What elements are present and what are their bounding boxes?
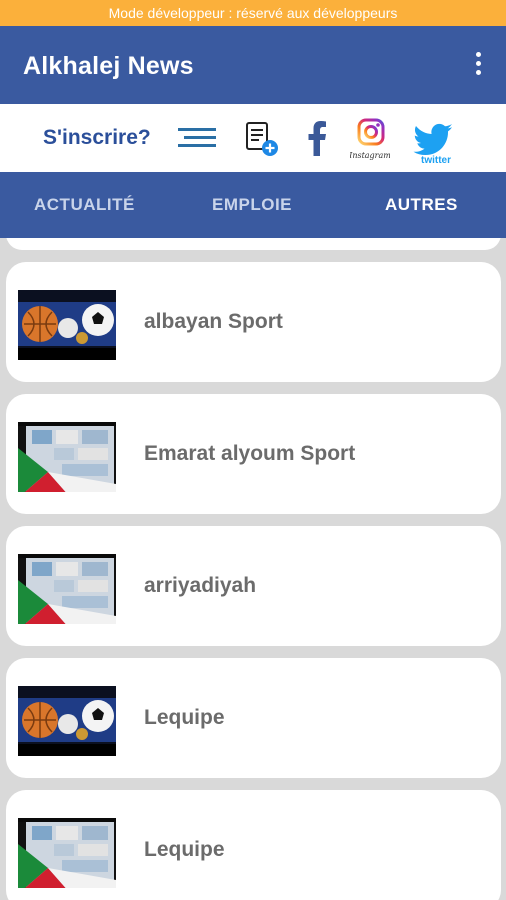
source-thumbnail: [18, 686, 116, 756]
tab-autres[interactable]: AUTRES: [385, 195, 458, 215]
news-source-list: albayan Sport Emarat alyoum Sport arriya…: [0, 238, 506, 900]
instagram-icon[interactable]: Instagram: [348, 118, 391, 162]
facebook-icon[interactable]: [304, 118, 330, 158]
source-name: arriyadiyah: [144, 574, 257, 597]
source-name: albayan Sport: [144, 310, 283, 333]
app-bar: Alkhalej News: [0, 26, 506, 104]
svg-text:Instagram: Instagram: [350, 151, 390, 160]
overflow-menu-icon[interactable]: [468, 52, 488, 80]
source-thumbnail: [18, 554, 116, 624]
source-thumbnail: [18, 290, 116, 360]
list-item[interactable]: Lequipe: [6, 790, 501, 900]
tab-emploie[interactable]: EMPLOIE: [212, 195, 292, 215]
tab-actualite[interactable]: ACTUALITÉ: [34, 195, 135, 215]
source-name: Lequipe: [144, 706, 225, 729]
developer-mode-banner: Mode développeur : réservé aux développe…: [0, 0, 506, 26]
list-item[interactable]: [6, 238, 501, 250]
add-document-icon[interactable]: [244, 121, 280, 157]
source-name: Lequipe: [144, 838, 225, 861]
app-title: Alkhalej News: [23, 52, 194, 80]
list-item[interactable]: Emarat alyoum Sport: [6, 394, 501, 514]
svg-text:twitter: twitter: [421, 155, 451, 164]
source-thumbnail: [18, 818, 116, 888]
list-item[interactable]: arriyadiyah: [6, 526, 501, 646]
list-item[interactable]: albayan Sport: [6, 262, 501, 382]
source-thumbnail: [18, 422, 116, 492]
tab-bar: ACTUALITÉ EMPLOIE AUTRES: [0, 172, 506, 238]
menu-lines-icon[interactable]: [178, 126, 216, 150]
source-name: Emarat alyoum Sport: [144, 442, 356, 465]
list-item[interactable]: Lequipe: [6, 658, 501, 778]
social-bar: S'inscrire? Instagram twitter: [0, 104, 506, 172]
signup-link[interactable]: S'inscrire?: [43, 126, 151, 150]
twitter-icon[interactable]: twitter: [410, 118, 462, 166]
